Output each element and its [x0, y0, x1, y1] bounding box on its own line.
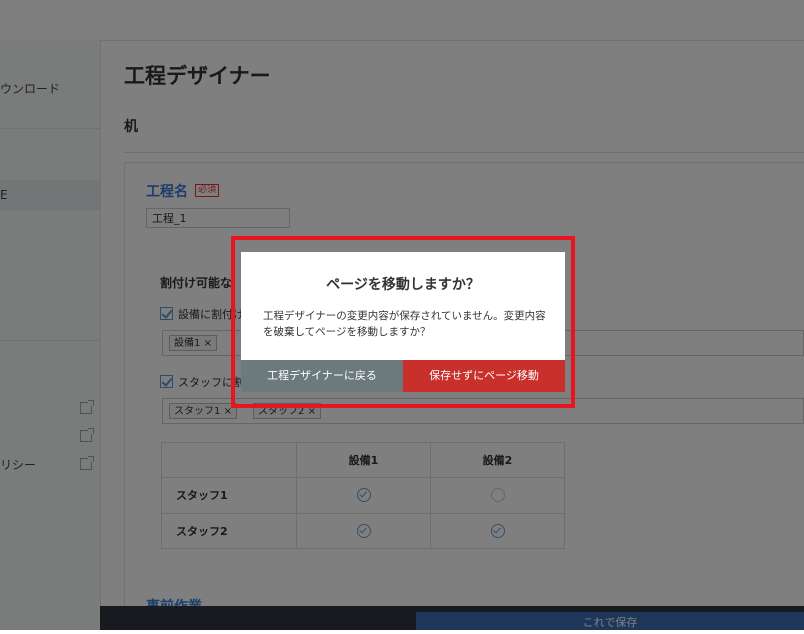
leave-without-saving-button[interactable]: 保存せずにページ移動 — [403, 360, 565, 392]
back-to-designer-button[interactable]: 工程デザイナーに戻る — [241, 360, 403, 392]
dialog-message: 工程デザイナーの変更内容が保存されていません。変更内容を破棄してページを移動しま… — [263, 310, 546, 338]
confirm-dialog: ページを移動しますか？ 工程デザイナーの変更内容が保存されていません。変更内容を… — [241, 252, 565, 392]
dialog-title: ページを移動しますか？ — [326, 277, 480, 293]
